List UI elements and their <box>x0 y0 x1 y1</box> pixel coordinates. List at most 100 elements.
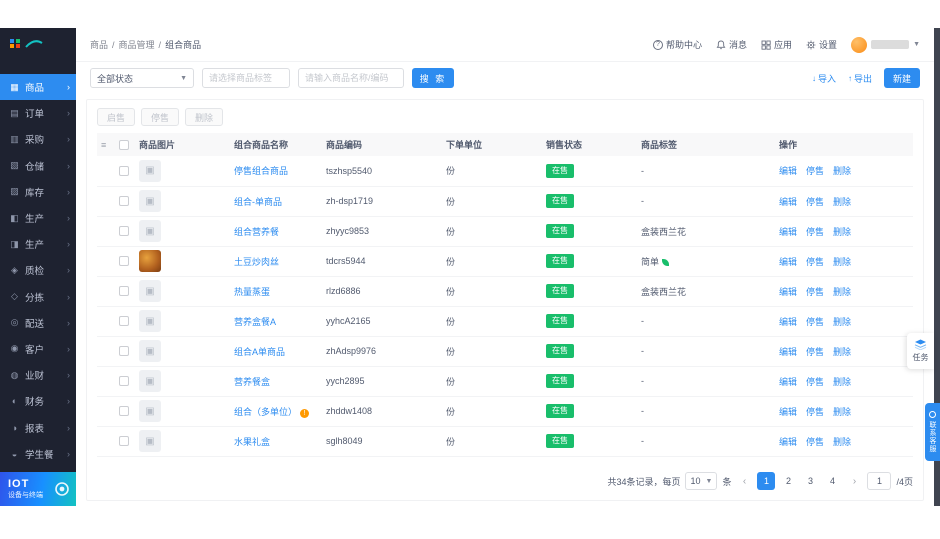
product-name-link[interactable]: 营养盒餐A <box>234 317 276 327</box>
page-jump-input[interactable] <box>867 472 891 490</box>
delete-link[interactable]: 删除 <box>833 227 851 237</box>
user-menu[interactable]: ▼ <box>851 37 920 53</box>
product-name-link[interactable]: 水果礼盒 <box>234 437 270 447</box>
sidebar-item[interactable]: ◨ 生产 › <box>0 231 76 257</box>
sidebar-item[interactable]: ◧ 生产 › <box>0 205 76 231</box>
stop-sale-link[interactable]: 停售 <box>806 166 824 176</box>
page-button[interactable]: 3 <box>801 472 819 490</box>
stop-sale-link[interactable]: 停售 <box>806 287 824 297</box>
sidebar-item[interactable]: ◎ 配送 › <box>0 310 76 336</box>
product-name-link[interactable]: 组合（多单位） <box>234 407 297 417</box>
delete-link[interactable]: 删除 <box>833 197 851 207</box>
tag-filter-input[interactable] <box>202 68 290 88</box>
sidebar-item[interactable]: ▧ 仓储 › <box>0 153 76 179</box>
delete-link[interactable]: 删除 <box>833 257 851 267</box>
sidebar-item[interactable]: ◑ 报表 › <box>0 414 76 440</box>
row-checkbox[interactable] <box>119 226 129 236</box>
bulk-on-sale-button[interactable]: 启售 <box>97 108 135 126</box>
import-button[interactable]: ↓ 导入 <box>812 72 836 85</box>
page-button[interactable]: 4 <box>823 472 841 490</box>
sidebar-item[interactable]: ◐ 财务 › <box>0 388 76 414</box>
settings-button[interactable]: 设置 <box>806 38 837 51</box>
export-label: 导出 <box>854 72 872 85</box>
create-button[interactable]: 新建 <box>884 68 920 88</box>
edit-link[interactable]: 编辑 <box>779 347 797 357</box>
delete-link[interactable]: 删除 <box>833 287 851 297</box>
edit-link[interactable]: 编辑 <box>779 197 797 207</box>
task-float-button[interactable]: 任务 <box>907 333 934 369</box>
edit-link[interactable]: 编辑 <box>779 407 797 417</box>
customer-service-float-button[interactable]: 联系客服 <box>925 403 940 461</box>
product-name-link[interactable]: 组合A单商品 <box>234 347 285 357</box>
sidebar-item[interactable]: ▤ 订单 › <box>0 100 76 126</box>
page-button[interactable]: 2 <box>779 472 797 490</box>
bulk-delete-button[interactable]: 删除 <box>185 108 223 126</box>
status-select[interactable]: 全部状态 ▼ <box>90 68 194 88</box>
select-all-checkbox[interactable] <box>119 140 129 150</box>
row-checkbox[interactable] <box>119 166 129 176</box>
stop-sale-link[interactable]: 停售 <box>806 257 824 267</box>
row-checkbox[interactable] <box>119 436 129 446</box>
sidebar-item[interactable]: ◒ 学生餐 › <box>0 441 76 467</box>
stop-sale-link[interactable]: 停售 <box>806 407 824 417</box>
page-size-select[interactable]: 10 ▼ <box>685 472 717 490</box>
breadcrumb-item[interactable]: 商品 <box>90 38 108 51</box>
row-checkbox[interactable] <box>119 376 129 386</box>
edit-link[interactable]: 编辑 <box>779 287 797 297</box>
product-list-card: 启售 停售 删除 ≡ 商品图片 组合商品名称 <box>86 99 924 501</box>
warehouse-icon: ▧ <box>9 160 20 171</box>
order-unit: 份 <box>442 306 542 336</box>
delete-link[interactable]: 删除 <box>833 407 851 417</box>
product-name-link[interactable]: 热量蒸蛋 <box>234 287 270 297</box>
messages-button[interactable]: 消息 <box>716 38 747 51</box>
stop-sale-link[interactable]: 停售 <box>806 377 824 387</box>
delete-link[interactable]: 删除 <box>833 437 851 447</box>
stop-sale-link[interactable]: 停售 <box>806 437 824 447</box>
edit-link[interactable]: 编辑 <box>779 437 797 447</box>
product-tag: 简单 <box>641 257 659 267</box>
product-name-link[interactable]: 营养餐盒 <box>234 377 270 387</box>
row-checkbox[interactable] <box>119 316 129 326</box>
edit-link[interactable]: 编辑 <box>779 166 797 176</box>
stop-sale-link[interactable]: 停售 <box>806 227 824 237</box>
edit-link[interactable]: 编辑 <box>779 317 797 327</box>
product-name-link[interactable]: 土豆炒肉丝 <box>234 257 279 267</box>
stop-sale-link[interactable]: 停售 <box>806 347 824 357</box>
row-checkbox[interactable] <box>119 196 129 206</box>
breadcrumb-item[interactable]: 商品管理 <box>119 38 155 51</box>
sidebar-item[interactable]: ▨ 库存 › <box>0 179 76 205</box>
row-checkbox[interactable] <box>119 406 129 416</box>
export-button[interactable]: ↑ 导出 <box>848 72 872 85</box>
stop-sale-link[interactable]: 停售 <box>806 317 824 327</box>
sidebar-item[interactable]: ▦ 商品 › <box>0 74 76 100</box>
delete-link[interactable]: 删除 <box>833 347 851 357</box>
row-checkbox[interactable] <box>119 286 129 296</box>
delete-link[interactable]: 删除 <box>833 377 851 387</box>
search-button[interactable]: 搜 索 <box>412 68 454 88</box>
delete-link[interactable]: 删除 <box>833 166 851 176</box>
name-filter-input[interactable] <box>298 68 404 88</box>
page-button[interactable]: 1 <box>757 472 775 490</box>
row-checkbox[interactable] <box>119 346 129 356</box>
product-name-link[interactable]: 组合营养餐 <box>234 227 279 237</box>
bulk-stop-sale-button[interactable]: 停售 <box>141 108 179 126</box>
delete-link[interactable]: 删除 <box>833 317 851 327</box>
iot-footer[interactable]: IOT 设备与终端 <box>0 472 76 506</box>
sidebar-item[interactable]: ◉ 客户 › <box>0 336 76 362</box>
edit-link[interactable]: 编辑 <box>779 377 797 387</box>
next-page-button[interactable]: › <box>846 472 862 490</box>
apps-button[interactable]: 应用 <box>761 38 792 51</box>
product-name-link[interactable]: 停售组合商品 <box>234 166 288 176</box>
prev-page-button[interactable]: ‹ <box>736 472 752 490</box>
product-name-link[interactable]: 组合-单商品 <box>234 197 282 207</box>
sidebar-item[interactable]: ◈ 质检 › <box>0 257 76 283</box>
edit-link[interactable]: 编辑 <box>779 257 797 267</box>
sidebar-item[interactable]: ◇ 分拣 › <box>0 284 76 310</box>
stop-sale-link[interactable]: 停售 <box>806 197 824 207</box>
sidebar-item[interactable]: ▥ 采购 › <box>0 126 76 152</box>
sidebar: ▦ 商品 › ▤ 订单 › ▥ 采购 › ▧ 仓储 <box>0 28 76 506</box>
row-checkbox[interactable] <box>119 256 129 266</box>
help-center-button[interactable]: ? 帮助中心 <box>653 38 702 51</box>
sidebar-item[interactable]: ◍ 业财 › <box>0 362 76 388</box>
edit-link[interactable]: 编辑 <box>779 227 797 237</box>
